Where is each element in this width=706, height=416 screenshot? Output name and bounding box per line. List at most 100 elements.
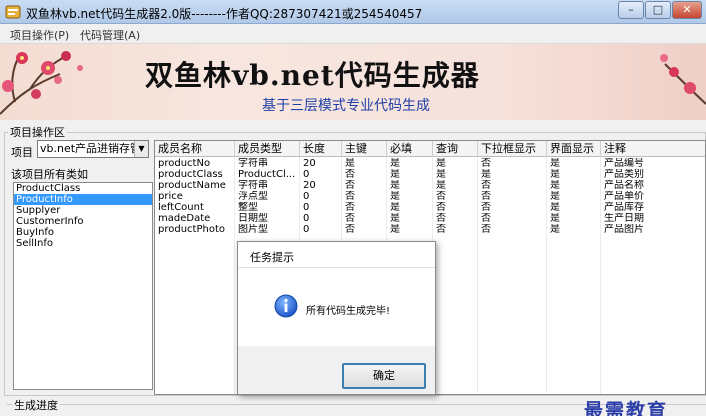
cell: 20 xyxy=(303,158,316,169)
project-select[interactable]: vb.net产品进销存管 ▼ xyxy=(37,140,149,158)
cell: 否 xyxy=(345,213,355,224)
table-row[interactable]: productNo 字符串 20 是 是 是 否 是 产品编号 xyxy=(155,158,705,169)
title-bar: 双鱼林vb.net代码生成器2.0版--------作者QQ:287307421… xyxy=(0,0,706,24)
table-row[interactable]: madeDate 日期型 0 否 是 否 否 是 生产日期 xyxy=(155,213,705,224)
cell: 否 xyxy=(345,224,355,235)
cell: 否 xyxy=(436,202,446,213)
app-icon xyxy=(5,5,21,19)
dialog-title: 任务提示 xyxy=(250,251,294,264)
column-header[interactable]: 注释 xyxy=(601,141,705,157)
cell: 是 xyxy=(390,213,400,224)
column-header[interactable]: 下拉框显示 xyxy=(478,141,547,157)
cell: 产品单价 xyxy=(604,191,644,202)
chevron-down-icon[interactable]: ▼ xyxy=(134,141,148,157)
table-row[interactable]: leftCount 整型 0 否 是 否 否 是 产品库存 xyxy=(155,202,705,213)
cell: 是 xyxy=(390,224,400,235)
cell: productClass xyxy=(158,169,223,180)
maximize-button[interactable]: □ xyxy=(645,1,671,19)
cell: ProductCl... xyxy=(238,169,296,180)
table-row[interactable]: productPhoto 图片型 0 否 是 否 否 是 产品图片 xyxy=(155,224,705,235)
column-header[interactable]: 成员类型 xyxy=(235,141,300,157)
cell: 是 xyxy=(550,202,560,213)
cell: 是 xyxy=(436,169,446,180)
cell: 否 xyxy=(481,224,491,235)
left-panel: 项目 vb.net产品进销存管 ▼ 该项目所有类如 ProductClass P… xyxy=(7,134,153,394)
cell: 是 xyxy=(550,169,560,180)
window-title: 双鱼林vb.net代码生成器2.0版--------作者QQ:287307421… xyxy=(26,7,423,21)
cell: 是 xyxy=(390,158,400,169)
banner-subtitle: 基于三层模式专业代码生成 xyxy=(262,98,430,114)
banner: 双鱼林vb.net代码生成器 基于三层模式专业代码生成 xyxy=(0,44,706,120)
cell: 否 xyxy=(345,191,355,202)
list-item-selected[interactable]: ProductInfo xyxy=(14,194,152,205)
cell: 否 xyxy=(436,213,446,224)
dialog-title-bar[interactable]: 任务提示 xyxy=(238,242,435,268)
column-header[interactable]: 成员名称 xyxy=(155,141,235,157)
grid-header: 成员名称 成员类型 长度 主键 必填 查询 下拉框显示 界面显示 注释 xyxy=(155,141,705,157)
cell: 是 xyxy=(550,158,560,169)
cell: madeDate xyxy=(158,213,211,224)
cell: 是 xyxy=(390,191,400,202)
table-row[interactable]: productName 字符串 20 否 是 是 否 是 产品名称 xyxy=(155,180,705,191)
cell: 字符串 xyxy=(238,158,268,169)
task-dialog: 任务提示 所有代码生成完毕! 确定 xyxy=(237,241,436,395)
column-header[interactable]: 界面显示 xyxy=(547,141,601,157)
table-row[interactable]: price 浮点型 0 否 是 否 否 是 产品单价 xyxy=(155,191,705,202)
close-button[interactable]: ✕ xyxy=(672,1,702,19)
cell: 0 xyxy=(303,202,310,213)
cell: 产品库存 xyxy=(604,202,644,213)
list-item[interactable]: ProductClass xyxy=(14,183,152,194)
cell: 是 xyxy=(481,169,491,180)
list-item[interactable]: BuyInfo xyxy=(14,227,152,238)
cell: 是 xyxy=(436,180,446,191)
cell: 是 xyxy=(550,191,560,202)
cell: leftCount xyxy=(158,202,204,213)
list-item[interactable]: Supplyer xyxy=(14,205,152,216)
cell: 否 xyxy=(345,180,355,191)
cell: 否 xyxy=(481,202,491,213)
cell: 0 xyxy=(303,169,310,180)
cell: 是 xyxy=(550,224,560,235)
cell: 否 xyxy=(481,158,491,169)
list-item[interactable]: CustomerInfo xyxy=(14,216,152,227)
minimize-button[interactable]: – xyxy=(618,1,644,19)
cell: 0 xyxy=(303,224,310,235)
cell: 是 xyxy=(550,213,560,224)
dialog-message: 所有代码生成完毕! xyxy=(306,306,391,317)
column-header[interactable]: 长度 xyxy=(300,141,342,157)
cell: 产品编号 xyxy=(604,158,644,169)
dialog-body: 所有代码生成完毕! xyxy=(238,268,435,346)
cell: 浮点型 xyxy=(238,191,268,202)
info-icon xyxy=(274,294,298,318)
column-header[interactable]: 查询 xyxy=(433,141,478,157)
cell: productName xyxy=(158,180,226,191)
watermark: 最需教育 xyxy=(584,400,669,416)
cell: 否 xyxy=(481,191,491,202)
cell: 是 xyxy=(390,169,400,180)
cell: productNo xyxy=(158,158,211,169)
cell: 产品类别 xyxy=(604,169,644,180)
list-item[interactable]: SellInfo xyxy=(14,238,152,249)
cell: 产品名称 xyxy=(604,180,644,191)
table-row[interactable]: productClass ProductCl... 0 否 是 是 是 是 产品… xyxy=(155,169,705,180)
column-header[interactable]: 主键 xyxy=(342,141,387,157)
cell: 是 xyxy=(390,202,400,213)
cell: price xyxy=(158,191,183,202)
cell: 否 xyxy=(481,180,491,191)
cell: 否 xyxy=(436,191,446,202)
cell: 日期型 xyxy=(238,213,268,224)
cell: 是 xyxy=(550,180,560,191)
menu-code-management[interactable]: 代码管理(A) xyxy=(80,27,140,43)
progress-label: 生成进度 xyxy=(12,397,60,413)
cell: 否 xyxy=(345,169,355,180)
class-list[interactable]: ProductClass ProductInfo Supplyer Custom… xyxy=(13,182,153,390)
cell: 20 xyxy=(303,180,316,191)
ok-button[interactable]: 确定 xyxy=(342,363,426,389)
cell: 字符串 xyxy=(238,180,268,191)
cell: 是 xyxy=(390,180,400,191)
cell: productPhoto xyxy=(158,224,225,235)
column-header[interactable]: 必填 xyxy=(387,141,433,157)
menu-project-operations[interactable]: 项目操作(P) xyxy=(10,27,69,43)
cell: 0 xyxy=(303,213,310,224)
classes-label: 该项目所有类如 xyxy=(11,168,88,181)
